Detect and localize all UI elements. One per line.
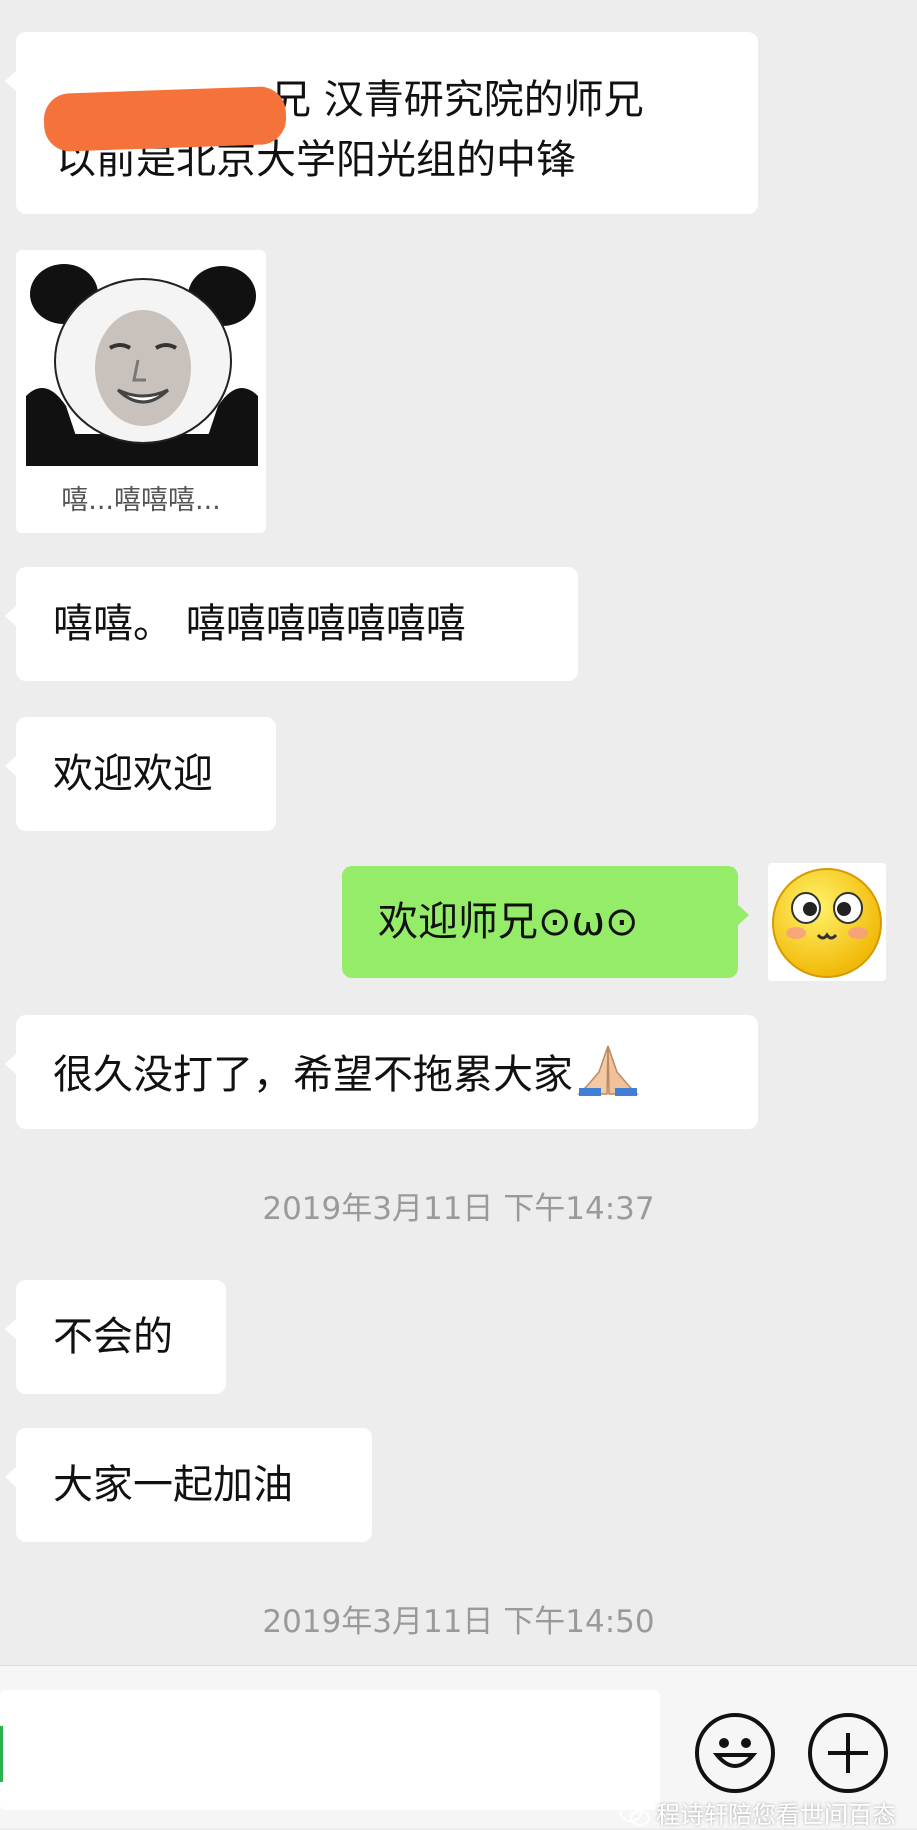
redaction-mark [43,85,287,153]
avatar[interactable] [768,863,886,981]
timestamp: 2019年3月11日 下午14:37 [262,1191,655,1227]
message-text: 很久没打了，希望不拖累大家 [53,1052,573,1098]
emoji-button[interactable] [695,1713,775,1793]
watermark-text: 程诗轩陪您看世间百态 [656,1801,896,1829]
message-text: 嘻嘻。 嘻嘻嘻嘻嘻嘻嘻 [53,601,466,647]
message-bubble-7[interactable]: 不会的 [5,1280,226,1394]
watermark: 程诗轩陪您看世间百态 [620,1795,896,1830]
timestamp: 2019年3月11日 下午14:50 [262,1604,655,1640]
message-input[interactable] [0,1690,660,1810]
message-bubble-6[interactable]: 很久没打了，希望不拖累大家 [5,1015,758,1129]
plus-icon [828,1733,868,1773]
sticker-caption: 嘻...嘻嘻嘻... [61,485,221,516]
message-bubble-5-outgoing[interactable]: 欢迎师兄⊙ω⊙ [342,866,749,978]
text-cursor [0,1726,3,1782]
panda-meme-sticker [26,256,258,466]
message-bubble-3[interactable]: 嘻嘻。 嘻嘻嘻嘻嘻嘻嘻 [5,567,578,681]
message-bubble-1[interactable]: 兄 汉青研究院的师兄 以前是北京大学阳光组的中锋 [5,32,758,214]
wechat-icon [620,1804,650,1826]
message-text: 不会的 [53,1314,173,1360]
message-bubble-4[interactable]: 欢迎欢迎 [5,717,276,831]
smiley-icon [712,1738,758,1768]
message-text: 欢迎师兄⊙ω⊙ [378,899,639,945]
praying-hands-icon [577,1045,639,1096]
message-text: 大家一起加油 [53,1462,293,1508]
message-text: 欢迎欢迎 [53,751,213,797]
message-bubble-8[interactable]: 大家一起加油 [5,1428,372,1542]
sticker-message[interactable]: 嘻...嘻嘻嘻... [16,250,266,533]
add-button[interactable] [808,1713,888,1793]
